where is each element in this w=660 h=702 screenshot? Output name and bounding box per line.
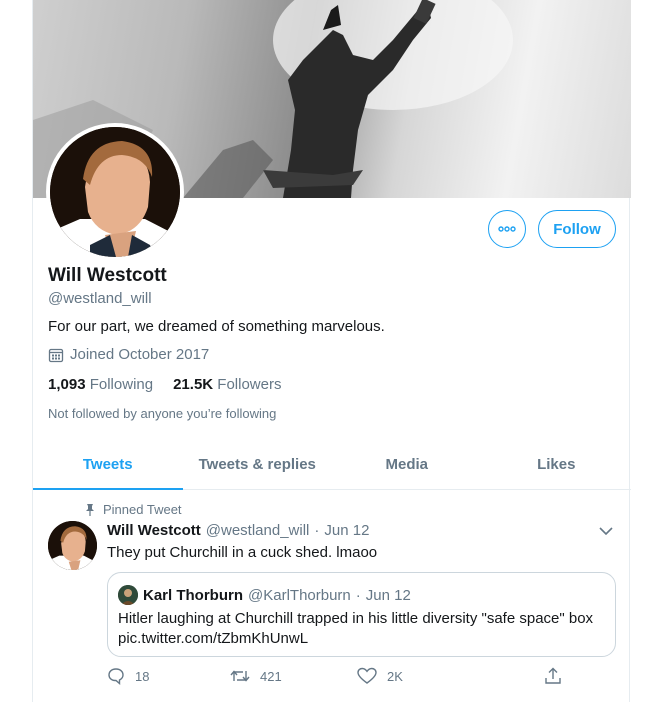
tab-likes[interactable]: Likes — [482, 440, 632, 489]
tweet-avatar-portrait — [48, 521, 97, 570]
quoted-tweet-text: Hitler laughing at Churchill trapped in … — [118, 610, 594, 647]
pin-icon — [86, 503, 94, 516]
chevron-down-icon — [599, 527, 613, 536]
tweet-date[interactable]: Jun 12 — [324, 522, 369, 539]
profile-tabs: Tweets Tweets & replies Media Likes — [33, 440, 631, 490]
followers-stat[interactable]: 21.5K Followers — [173, 376, 281, 393]
tweet-author-handle[interactable]: @westland_will — [206, 522, 310, 539]
tab-media[interactable]: Media — [332, 440, 482, 489]
reply-button[interactable]: 18 — [107, 667, 149, 685]
tweet-options-button[interactable] — [599, 522, 613, 540]
quoted-separator: · — [355, 586, 361, 604]
like-count: 2K — [387, 668, 403, 684]
retweet-count: 421 — [260, 668, 282, 684]
quoted-date: Jun 12 — [365, 586, 411, 604]
tweet-actions: 18 421 2K — [107, 667, 577, 687]
retweet-icon — [230, 670, 250, 682]
avatar-portrait — [50, 127, 180, 257]
heart-icon — [357, 667, 377, 684]
share-button[interactable] — [544, 667, 562, 685]
profile-handle: @westland_will — [48, 290, 152, 307]
pinned-label: Pinned Tweet — [103, 502, 182, 517]
quoted-author-name: Karl Thorburn — [143, 586, 243, 604]
quoted-avatar-image — [118, 585, 138, 605]
followers-label: Followers — [217, 376, 282, 393]
quoted-author-avatar — [118, 585, 138, 605]
not-followed-notice: Not followed by anyone you’re following — [48, 406, 277, 421]
reply-icon — [108, 668, 124, 685]
quoted-author-handle: @KarlThorburn — [248, 586, 351, 604]
share-icon — [545, 667, 561, 684]
following-stat[interactable]: 1,093 Following — [48, 376, 153, 393]
joined-label: Joined October 2017 — [70, 346, 210, 363]
tweet-author-avatar[interactable] — [48, 521, 97, 570]
calendar-icon — [48, 348, 64, 362]
profile-display-name: Will Westcott — [48, 265, 167, 286]
avatar[interactable] — [50, 127, 180, 257]
profile-column: Follow Will Westcott @westland_will For … — [32, 0, 631, 702]
profile-stats: 1,093 Following 21.5K Followers — [48, 376, 281, 393]
retweet-button[interactable]: 421 — [230, 667, 282, 685]
profile-bio: For our part, we dreamed of something ma… — [48, 318, 385, 335]
quoted-tweet-header: Karl Thorburn @KarlThorburn · Jun 12 — [118, 585, 411, 605]
tweet-separator: · — [314, 522, 320, 539]
tab-tweets-replies[interactable]: Tweets & replies — [183, 440, 333, 489]
followers-count: 21.5K — [173, 376, 214, 393]
tab-tweets[interactable]: Tweets — [33, 440, 183, 490]
like-button[interactable]: 2K — [357, 667, 403, 685]
tweet-author-name[interactable]: Will Westcott — [107, 522, 201, 539]
pinned-indicator: Pinned Tweet — [85, 502, 182, 517]
profile-avatar-border — [46, 123, 184, 261]
more-dots-icon — [498, 226, 516, 232]
quoted-tweet-card[interactable]: Karl Thorburn @KarlThorburn · Jun 12 Hit… — [107, 572, 616, 657]
joined-date: Joined October 2017 — [48, 346, 209, 363]
following-label: Following — [89, 376, 154, 393]
following-count: 1,093 — [48, 376, 86, 393]
more-options-button[interactable] — [488, 210, 526, 248]
tweet-header: Will Westcott @westland_will · Jun 12 — [107, 522, 369, 539]
reply-count: 18 — [135, 668, 150, 684]
tweet-text: They put Churchill in a cuck shed. lmaoo — [107, 544, 378, 561]
follow-button[interactable]: Follow — [538, 210, 616, 248]
